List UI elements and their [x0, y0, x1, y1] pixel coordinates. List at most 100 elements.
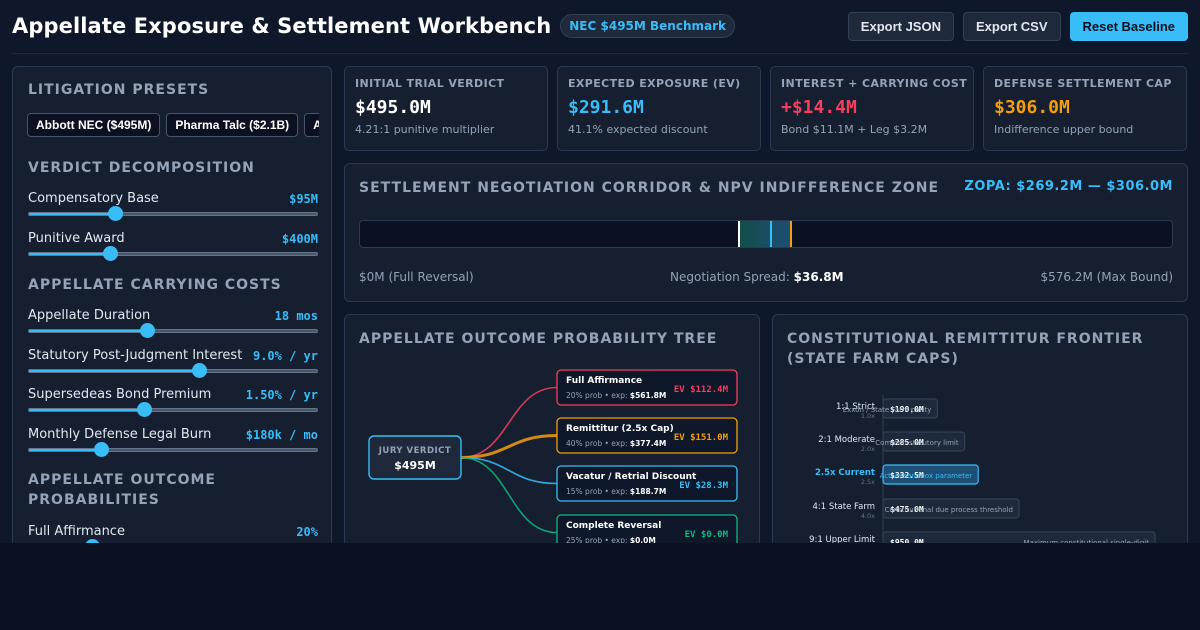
- slider-fill: [29, 409, 145, 411]
- compensatory-slider[interactable]: Compensatory Base $95M: [28, 191, 318, 231]
- kpi-value: +$14.4M: [781, 97, 857, 118]
- outcome-exposure: $377.4M: [630, 439, 666, 448]
- slider-label: Compensatory Base: [28, 191, 159, 206]
- slider-fill: [29, 213, 116, 215]
- corridor-max-label: $576.2M (Max Bound): [1040, 270, 1173, 284]
- slider-thumb[interactable]: [94, 442, 109, 457]
- kpi-value: $306.0M: [994, 97, 1070, 118]
- kpi-subtitle: Indifference upper bound: [994, 123, 1134, 136]
- kpi-subtitle: 4.21:1 punitive multiplier: [355, 123, 495, 136]
- outcome-probabilities-title: APPELLATE OUTCOME PROBABILITIES: [28, 472, 216, 508]
- slider-label: Supersedeas Bond Premium: [28, 387, 212, 402]
- outcome-name: Vacatur / Retrial Discount: [566, 472, 697, 482]
- kpi-title: INITIAL TRIAL VERDICT: [355, 77, 505, 90]
- slider-track[interactable]: [28, 246, 318, 261]
- slider-track[interactable]: [28, 206, 318, 221]
- slider-fill: [29, 330, 148, 332]
- slider-thumb[interactable]: [140, 323, 156, 338]
- preset-abbott-nec[interactable]: Abbott NEC ($495M): [27, 113, 161, 137]
- slider-value: $95M: [289, 192, 318, 206]
- root-box: [368, 435, 462, 480]
- frontier-bar-note: Maximum constitutional single-digit: [1024, 539, 1150, 543]
- tree-outcome-node: Remittitur (2.5x Cap) 40% prob • exp: $37…: [556, 417, 738, 454]
- spread-value: $36.8M: [793, 270, 844, 284]
- benchmark-badge: NEC $495M Benchmark: [560, 14, 735, 38]
- frontier-row-ratio: 2.0x: [861, 445, 875, 453]
- slider-thumb[interactable]: [85, 539, 101, 543]
- reset-baseline-button[interactable]: Reset Baseline: [1069, 11, 1188, 41]
- slider-thumb[interactable]: [137, 402, 153, 417]
- corridor-title: SETTLEMENT NEGOTIATION CORRIDOR & NPV IN…: [359, 180, 940, 196]
- frontier-bar-value: $950.0M: [890, 538, 924, 543]
- preset-list[interactable]: Abbott NEC ($495M) Pharma Talc ($2.1B) A: [27, 113, 319, 139]
- outcome-name: Complete Reversal: [566, 521, 661, 531]
- outcome-name: Full Affirmance: [566, 376, 642, 386]
- slider-thumb[interactable]: [102, 246, 118, 261]
- frontier-row: 9:1 Upper Limit9.0x$950.0M Maximum consti…: [809, 531, 1156, 543]
- slider-value: 18 mos: [274, 309, 318, 323]
- frontier-row: 1:1 Strict1.0x$190.0MExxon / State Farm …: [836, 398, 939, 420]
- slider-label: Full Affirmance: [28, 524, 125, 539]
- negotiation-spread: Negotiation Spread: $36.8M: [670, 270, 844, 284]
- frontier-row-label: 2.5x Current: [815, 468, 875, 478]
- frontier-row: 4:1 State Farm4.0x$475.0MConstitutional …: [812, 498, 1020, 520]
- affirmance-slider[interactable]: Full Affirmance 20%: [28, 524, 318, 543]
- legal-burn-slider[interactable]: Monthly Defense Legal Burn $180k / mo: [28, 427, 318, 467]
- slider-value: $180k / mo: [245, 428, 318, 442]
- presets-title: LITIGATION PRESETS: [28, 82, 210, 98]
- controls-sidebar: LITIGATION PRESETS Abbott NEC ($495M) Ph…: [12, 66, 332, 543]
- frontier-bar-note: Active sandbox parameter: [880, 472, 973, 480]
- slider-value: 1.50% / yr: [245, 388, 318, 402]
- kpi-title: INTEREST + CARRYING COST: [781, 77, 968, 90]
- frontier-row-label: 4:1 State Farm: [812, 502, 875, 512]
- duration-slider[interactable]: Appellate Duration 18 mos: [28, 308, 318, 348]
- slider-fill: [29, 253, 110, 255]
- frontier-row: 2.5x Current2.5x$332.5MActive sandbox pa…: [815, 464, 979, 486]
- outcome-name: Remittitur (2.5x Cap): [566, 424, 674, 434]
- export-json-button[interactable]: Export JSON: [847, 11, 954, 41]
- export-csv-button[interactable]: Export CSV: [962, 11, 1061, 41]
- kpi-initial-verdict: INITIAL TRIAL VERDICT $495.0M 4.21:1 pun…: [344, 66, 548, 151]
- remittitur-frontier-panel: CONSTITUTIONAL REMITTITUR FRONTIER (STAT…: [772, 314, 1188, 543]
- slider-thumb[interactable]: [191, 363, 207, 378]
- outcome-ev: EV $112.4M: [674, 385, 729, 395]
- slider-value: 9.0% / yr: [252, 349, 318, 363]
- app-viewport: Appellate Exposure & Settlement Workbenc…: [0, 0, 1200, 543]
- slider-track[interactable]: [28, 363, 318, 378]
- tree-branch: [460, 456, 558, 485]
- settlement-cap-marker: [790, 221, 793, 247]
- slider-fill: [29, 370, 199, 372]
- outcome-probability: 20% prob • exp: $561.8M: [566, 391, 666, 400]
- tree-root-node: JURY VERDICT $495M: [368, 435, 462, 480]
- zopa-range: ZOPA: $269.2M — $306.0M: [964, 179, 1173, 194]
- preset-pharma-talc[interactable]: Pharma Talc ($2.1B): [166, 113, 299, 137]
- bond-premium-slider[interactable]: Supersedeas Bond Premium 1.50% / yr: [28, 387, 318, 427]
- header-actions: Export JSON Export CSV Reset Baseline: [847, 11, 1188, 41]
- outcome-exposure: $561.8M: [630, 391, 666, 400]
- frontier-row-ratio: 2.5x: [861, 478, 875, 486]
- outcome-probability: 15% prob • exp: $188.7M: [566, 487, 666, 496]
- interest-slider[interactable]: Statutory Post-Judgment Interest 9.0% / …: [28, 348, 318, 388]
- frontier-row-label: 9:1 Upper Limit: [809, 535, 876, 543]
- slider-label: Monthly Defense Legal Burn: [28, 427, 212, 442]
- preset-third[interactable]: A: [304, 113, 319, 137]
- punitive-slider[interactable]: Punitive Award $400M: [28, 231, 318, 271]
- header-divider: [12, 53, 1188, 54]
- slider-fill: [29, 449, 101, 451]
- tree-outcome-node: Full Affirmance 20% prob • exp: $561.8M EV…: [556, 369, 738, 406]
- app-title: Appellate Exposure & Settlement Workbenc…: [12, 14, 552, 38]
- settlement-corridor-panel: SETTLEMENT NEGOTIATION CORRIDOR & NPV IN…: [344, 163, 1188, 302]
- outcome-exposure: $188.7M: [630, 487, 666, 496]
- decomposition-title: VERDICT DECOMPOSITION: [28, 160, 255, 176]
- slider-thumb[interactable]: [108, 206, 124, 221]
- remittitur-frontier-chart: 1:1 Strict1.0x$190.0MExxon / State Farm …: [809, 395, 1156, 543]
- slider-track[interactable]: [28, 323, 318, 338]
- slider-label: Punitive Award: [28, 231, 125, 246]
- slider-track[interactable]: [28, 402, 318, 417]
- outcome-ev: EV $151.0M: [674, 433, 729, 443]
- slider-track[interactable]: [28, 442, 318, 457]
- kpi-title: EXPECTED EXPOSURE (EV): [568, 77, 741, 90]
- frontier-row-ratio: 4.0x: [861, 512, 875, 520]
- probability-tree: JURY VERDICT $495M Full Affirmance 20% prob…: [368, 369, 738, 543]
- root-value: $495M: [394, 459, 436, 472]
